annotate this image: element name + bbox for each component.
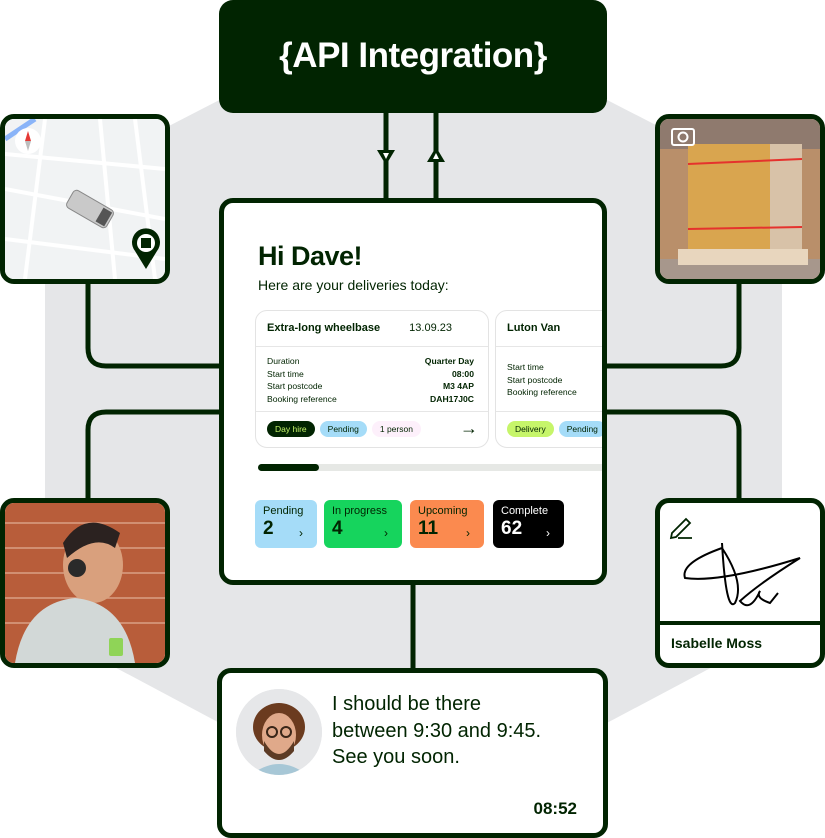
stat-in-progress[interactable]: In progress 4 › — [324, 500, 402, 548]
message-timestamp: 08:52 — [533, 799, 577, 818]
divider — [256, 411, 488, 412]
chevron-right-icon: › — [299, 526, 303, 540]
scroll-progress-fill[interactable] — [258, 464, 320, 471]
tag-pending: Pending — [319, 421, 367, 437]
tag-delivery: Delivery — [507, 421, 554, 437]
headset-icon — [68, 559, 86, 577]
vehicle-name: Extra-long wheelbase — [267, 322, 381, 334]
divider — [496, 346, 602, 347]
chevron-right-icon: › — [466, 526, 470, 540]
chat-message: I should be there between 9:30 and 9:45.… — [332, 693, 542, 768]
vehicle-name: Luton Van — [507, 322, 561, 334]
stat-upcoming[interactable]: Upcoming 11 › — [410, 500, 484, 548]
greeting: Hi Dave! — [258, 241, 363, 271]
stat-pending[interactable]: Pending 2 › — [255, 500, 317, 548]
detail-row: Duration Quarter Day — [267, 356, 474, 366]
tag-list: Delivery Pending — [507, 421, 602, 437]
pen-icon — [669, 517, 692, 540]
support-agent-photo — [5, 503, 165, 663]
delivery-details: Duration Quarter Day Start time 08:00 Star… — [267, 355, 474, 405]
signature-drawing — [669, 517, 801, 607]
stat-complete[interactable]: Complete 62 › — [493, 500, 564, 548]
arrow-right-icon[interactable]: → — [460, 419, 478, 437]
divider — [256, 346, 488, 347]
map-image — [5, 119, 165, 279]
delivery-card[interactable]: Luton Van Start time Start postcode Book… — [495, 310, 602, 448]
pallet-photo — [660, 119, 820, 279]
chat-message-panel: I should be there between 9:30 and 9:45.… — [217, 668, 608, 838]
map-panel — [0, 114, 170, 284]
delivery-card[interactable]: Extra-long wheelbase 13.09.23 Duration Qu… — [255, 310, 489, 448]
api-integration-box: {API Integration} — [219, 0, 607, 113]
tag-day-hire: Day hire — [267, 421, 315, 437]
api-title: {API Integration} — [279, 35, 547, 75]
detail-row: Start time 08:00 — [267, 368, 474, 379]
tag-persons: 1 person — [371, 421, 421, 437]
tag-list: Day hire Pending 1 person — [267, 421, 421, 437]
scroll-progress-track[interactable] — [258, 464, 602, 471]
avatar — [236, 689, 322, 775]
compass-icon — [15, 128, 41, 154]
subtitle: Here are your deliveries today: — [258, 277, 449, 293]
tag-pending: Pending — [558, 421, 602, 437]
delivery-date: 13.09.23 — [409, 322, 452, 334]
detail-row: Start postcode M3 4AP — [267, 381, 474, 392]
signature-panel: Isabelle Moss — [655, 498, 825, 668]
pallet-photo-panel — [655, 114, 825, 284]
chevron-right-icon: › — [384, 526, 388, 540]
dashboard-card: Hi Dave! Here are your deliveries today:… — [219, 198, 607, 585]
detail-row: Booking reference DAH17J0C — [267, 393, 474, 404]
delivery-details: Start time Start postcode Booking refere… — [507, 362, 577, 398]
divider — [660, 621, 820, 625]
chevron-right-icon: › — [546, 526, 550, 540]
divider — [496, 411, 602, 412]
signer-name: Isabelle Moss — [671, 635, 763, 651]
support-agent-panel — [0, 498, 170, 668]
